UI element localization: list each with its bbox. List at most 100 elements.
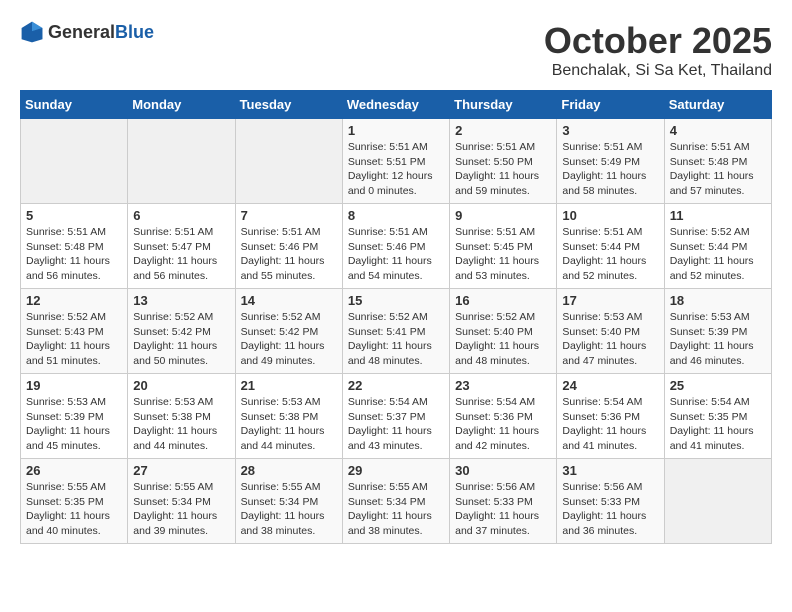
day-number: 14 [241, 293, 337, 308]
cell-info: Sunrise: 5:51 AM Sunset: 5:47 PM Dayligh… [133, 225, 229, 284]
day-number: 7 [241, 208, 337, 223]
cell-info: Sunrise: 5:55 AM Sunset: 5:34 PM Dayligh… [348, 480, 444, 539]
page-header: GeneralBlue October 2025 Benchalak, Si S… [20, 20, 772, 80]
cell-info: Sunrise: 5:53 AM Sunset: 5:40 PM Dayligh… [562, 310, 658, 369]
cell-info: Sunrise: 5:52 AM Sunset: 5:42 PM Dayligh… [241, 310, 337, 369]
calendar-cell: 20 Sunrise: 5:53 AM Sunset: 5:38 PM Dayli… [128, 374, 235, 459]
cell-info: Sunrise: 5:52 AM Sunset: 5:41 PM Dayligh… [348, 310, 444, 369]
day-number: 17 [562, 293, 658, 308]
location-subtitle: Benchalak, Si Sa Ket, Thailand [544, 62, 772, 80]
cell-info: Sunrise: 5:55 AM Sunset: 5:34 PM Dayligh… [241, 480, 337, 539]
cell-info: Sunrise: 5:54 AM Sunset: 5:35 PM Dayligh… [670, 395, 766, 454]
day-number: 11 [670, 208, 766, 223]
cell-info: Sunrise: 5:51 AM Sunset: 5:49 PM Dayligh… [562, 140, 658, 199]
day-number: 27 [133, 463, 229, 478]
calendar-cell: 4 Sunrise: 5:51 AM Sunset: 5:48 PM Daylig… [664, 119, 771, 204]
calendar-cell [664, 459, 771, 544]
day-number: 24 [562, 378, 658, 393]
week-row-1: 1Sunrise: 5:51 AM Sunset: 5:51 PM Daylig… [21, 119, 772, 204]
day-number: 8 [348, 208, 444, 223]
calendar-cell: 5Sunrise: 5:51 AM Sunset: 5:48 PM Daylig… [21, 204, 128, 289]
cell-info: Sunrise: 5:52 AM Sunset: 5:44 PM Dayligh… [670, 225, 766, 284]
cell-info: Sunrise: 5:51 AM Sunset: 5:48 PM Dayligh… [26, 225, 122, 284]
calendar-cell: 29 Sunrise: 5:55 AM Sunset: 5:34 PM Dayli… [342, 459, 449, 544]
calendar-cell: 19 Sunrise: 5:53 AM Sunset: 5:39 PM Dayli… [21, 374, 128, 459]
calendar-cell: 2Sunrise: 5:51 AM Sunset: 5:50 PM Daylig… [450, 119, 557, 204]
cell-info: Sunrise: 5:54 AM Sunset: 5:37 PM Dayligh… [348, 395, 444, 454]
calendar-cell: 30Sunrise: 5:56 AM Sunset: 5:33 PM Dayli… [450, 459, 557, 544]
day-header-thursday: Thursday [450, 91, 557, 119]
cell-info: Sunrise: 5:54 AM Sunset: 5:36 PM Dayligh… [455, 395, 551, 454]
week-row-2: 5Sunrise: 5:51 AM Sunset: 5:48 PM Daylig… [21, 204, 772, 289]
day-number: 16 [455, 293, 551, 308]
day-number: 25 [670, 378, 766, 393]
cell-info: Sunrise: 5:55 AM Sunset: 5:34 PM Dayligh… [133, 480, 229, 539]
week-row-4: 19 Sunrise: 5:53 AM Sunset: 5:39 PM Dayli… [21, 374, 772, 459]
logo-text-general: General [48, 22, 115, 42]
cell-info: Sunrise: 5:55 AM Sunset: 5:35 PM Dayligh… [26, 480, 122, 539]
day-number: 26 [26, 463, 122, 478]
cell-info: Sunrise: 5:53 AM Sunset: 5:39 PM Dayligh… [26, 395, 122, 454]
day-number: 10 [562, 208, 658, 223]
day-number: 22 [348, 378, 444, 393]
cell-info: Sunrise: 5:52 AM Sunset: 5:42 PM Dayligh… [133, 310, 229, 369]
calendar-cell: 26 Sunrise: 5:55 AM Sunset: 5:35 PM Dayli… [21, 459, 128, 544]
day-header-wednesday: Wednesday [342, 91, 449, 119]
day-number: 28 [241, 463, 337, 478]
calendar-cell: 25 Sunrise: 5:54 AM Sunset: 5:35 PM Dayli… [664, 374, 771, 459]
cell-info: Sunrise: 5:51 AM Sunset: 5:44 PM Dayligh… [562, 225, 658, 284]
cell-info: Sunrise: 5:53 AM Sunset: 5:38 PM Dayligh… [133, 395, 229, 454]
calendar-cell: 16 Sunrise: 5:52 AM Sunset: 5:40 PM Dayli… [450, 289, 557, 374]
day-number: 23 [455, 378, 551, 393]
cell-info: Sunrise: 5:51 AM Sunset: 5:46 PM Dayligh… [348, 225, 444, 284]
calendar-header-row: SundayMondayTuesdayWednesdayThursdayFrid… [21, 91, 772, 119]
logo-icon [20, 20, 44, 44]
day-number: 1 [348, 123, 444, 138]
calendar-cell: 28 Sunrise: 5:55 AM Sunset: 5:34 PM Dayli… [235, 459, 342, 544]
cell-info: Sunrise: 5:51 AM Sunset: 5:45 PM Dayligh… [455, 225, 551, 284]
calendar-cell: 9Sunrise: 5:51 AM Sunset: 5:45 PM Daylig… [450, 204, 557, 289]
calendar-cell: 12Sunrise: 5:52 AM Sunset: 5:43 PM Dayli… [21, 289, 128, 374]
day-header-sunday: Sunday [21, 91, 128, 119]
day-number: 20 [133, 378, 229, 393]
calendar-cell: 7 Sunrise: 5:51 AM Sunset: 5:46 PM Daylig… [235, 204, 342, 289]
day-number: 13 [133, 293, 229, 308]
day-number: 21 [241, 378, 337, 393]
calendar-cell: 24 Sunrise: 5:54 AM Sunset: 5:36 PM Dayli… [557, 374, 664, 459]
cell-info: Sunrise: 5:52 AM Sunset: 5:40 PM Dayligh… [455, 310, 551, 369]
day-number: 2 [455, 123, 551, 138]
day-header-monday: Monday [128, 91, 235, 119]
day-number: 31 [562, 463, 658, 478]
calendar-cell: 22 Sunrise: 5:54 AM Sunset: 5:37 PM Dayli… [342, 374, 449, 459]
day-number: 3 [562, 123, 658, 138]
calendar-cell: 6Sunrise: 5:51 AM Sunset: 5:47 PM Daylig… [128, 204, 235, 289]
title-block: October 2025 Benchalak, Si Sa Ket, Thail… [544, 20, 772, 80]
day-number: 29 [348, 463, 444, 478]
day-number: 18 [670, 293, 766, 308]
cell-info: Sunrise: 5:51 AM Sunset: 5:46 PM Dayligh… [241, 225, 337, 284]
calendar-cell: 14 Sunrise: 5:52 AM Sunset: 5:42 PM Dayli… [235, 289, 342, 374]
calendar-cell: 1Sunrise: 5:51 AM Sunset: 5:51 PM Daylig… [342, 119, 449, 204]
cell-info: Sunrise: 5:56 AM Sunset: 5:33 PM Dayligh… [562, 480, 658, 539]
calendar-cell: 27 Sunrise: 5:55 AM Sunset: 5:34 PM Dayli… [128, 459, 235, 544]
day-header-saturday: Saturday [664, 91, 771, 119]
calendar-cell [128, 119, 235, 204]
calendar-cell: 13 Sunrise: 5:52 AM Sunset: 5:42 PM Dayli… [128, 289, 235, 374]
calendar-cell: 23 Sunrise: 5:54 AM Sunset: 5:36 PM Dayli… [450, 374, 557, 459]
logo: GeneralBlue [20, 20, 154, 44]
calendar-cell: 3 Sunrise: 5:51 AM Sunset: 5:49 PM Daylig… [557, 119, 664, 204]
calendar-cell: 31 Sunrise: 5:56 AM Sunset: 5:33 PM Dayli… [557, 459, 664, 544]
calendar-cell: 21Sunrise: 5:53 AM Sunset: 5:38 PM Dayli… [235, 374, 342, 459]
day-number: 4 [670, 123, 766, 138]
day-number: 19 [26, 378, 122, 393]
calendar-cell: 17 Sunrise: 5:53 AM Sunset: 5:40 PM Dayli… [557, 289, 664, 374]
day-number: 15 [348, 293, 444, 308]
calendar-table: SundayMondayTuesdayWednesdayThursdayFrid… [20, 90, 772, 544]
calendar-cell: 15 Sunrise: 5:52 AM Sunset: 5:41 PM Dayli… [342, 289, 449, 374]
calendar-cell [21, 119, 128, 204]
calendar-cell: 8 Sunrise: 5:51 AM Sunset: 5:46 PM Daylig… [342, 204, 449, 289]
week-row-3: 12Sunrise: 5:52 AM Sunset: 5:43 PM Dayli… [21, 289, 772, 374]
cell-info: Sunrise: 5:51 AM Sunset: 5:48 PM Dayligh… [670, 140, 766, 199]
cell-info: Sunrise: 5:54 AM Sunset: 5:36 PM Dayligh… [562, 395, 658, 454]
day-number: 30 [455, 463, 551, 478]
